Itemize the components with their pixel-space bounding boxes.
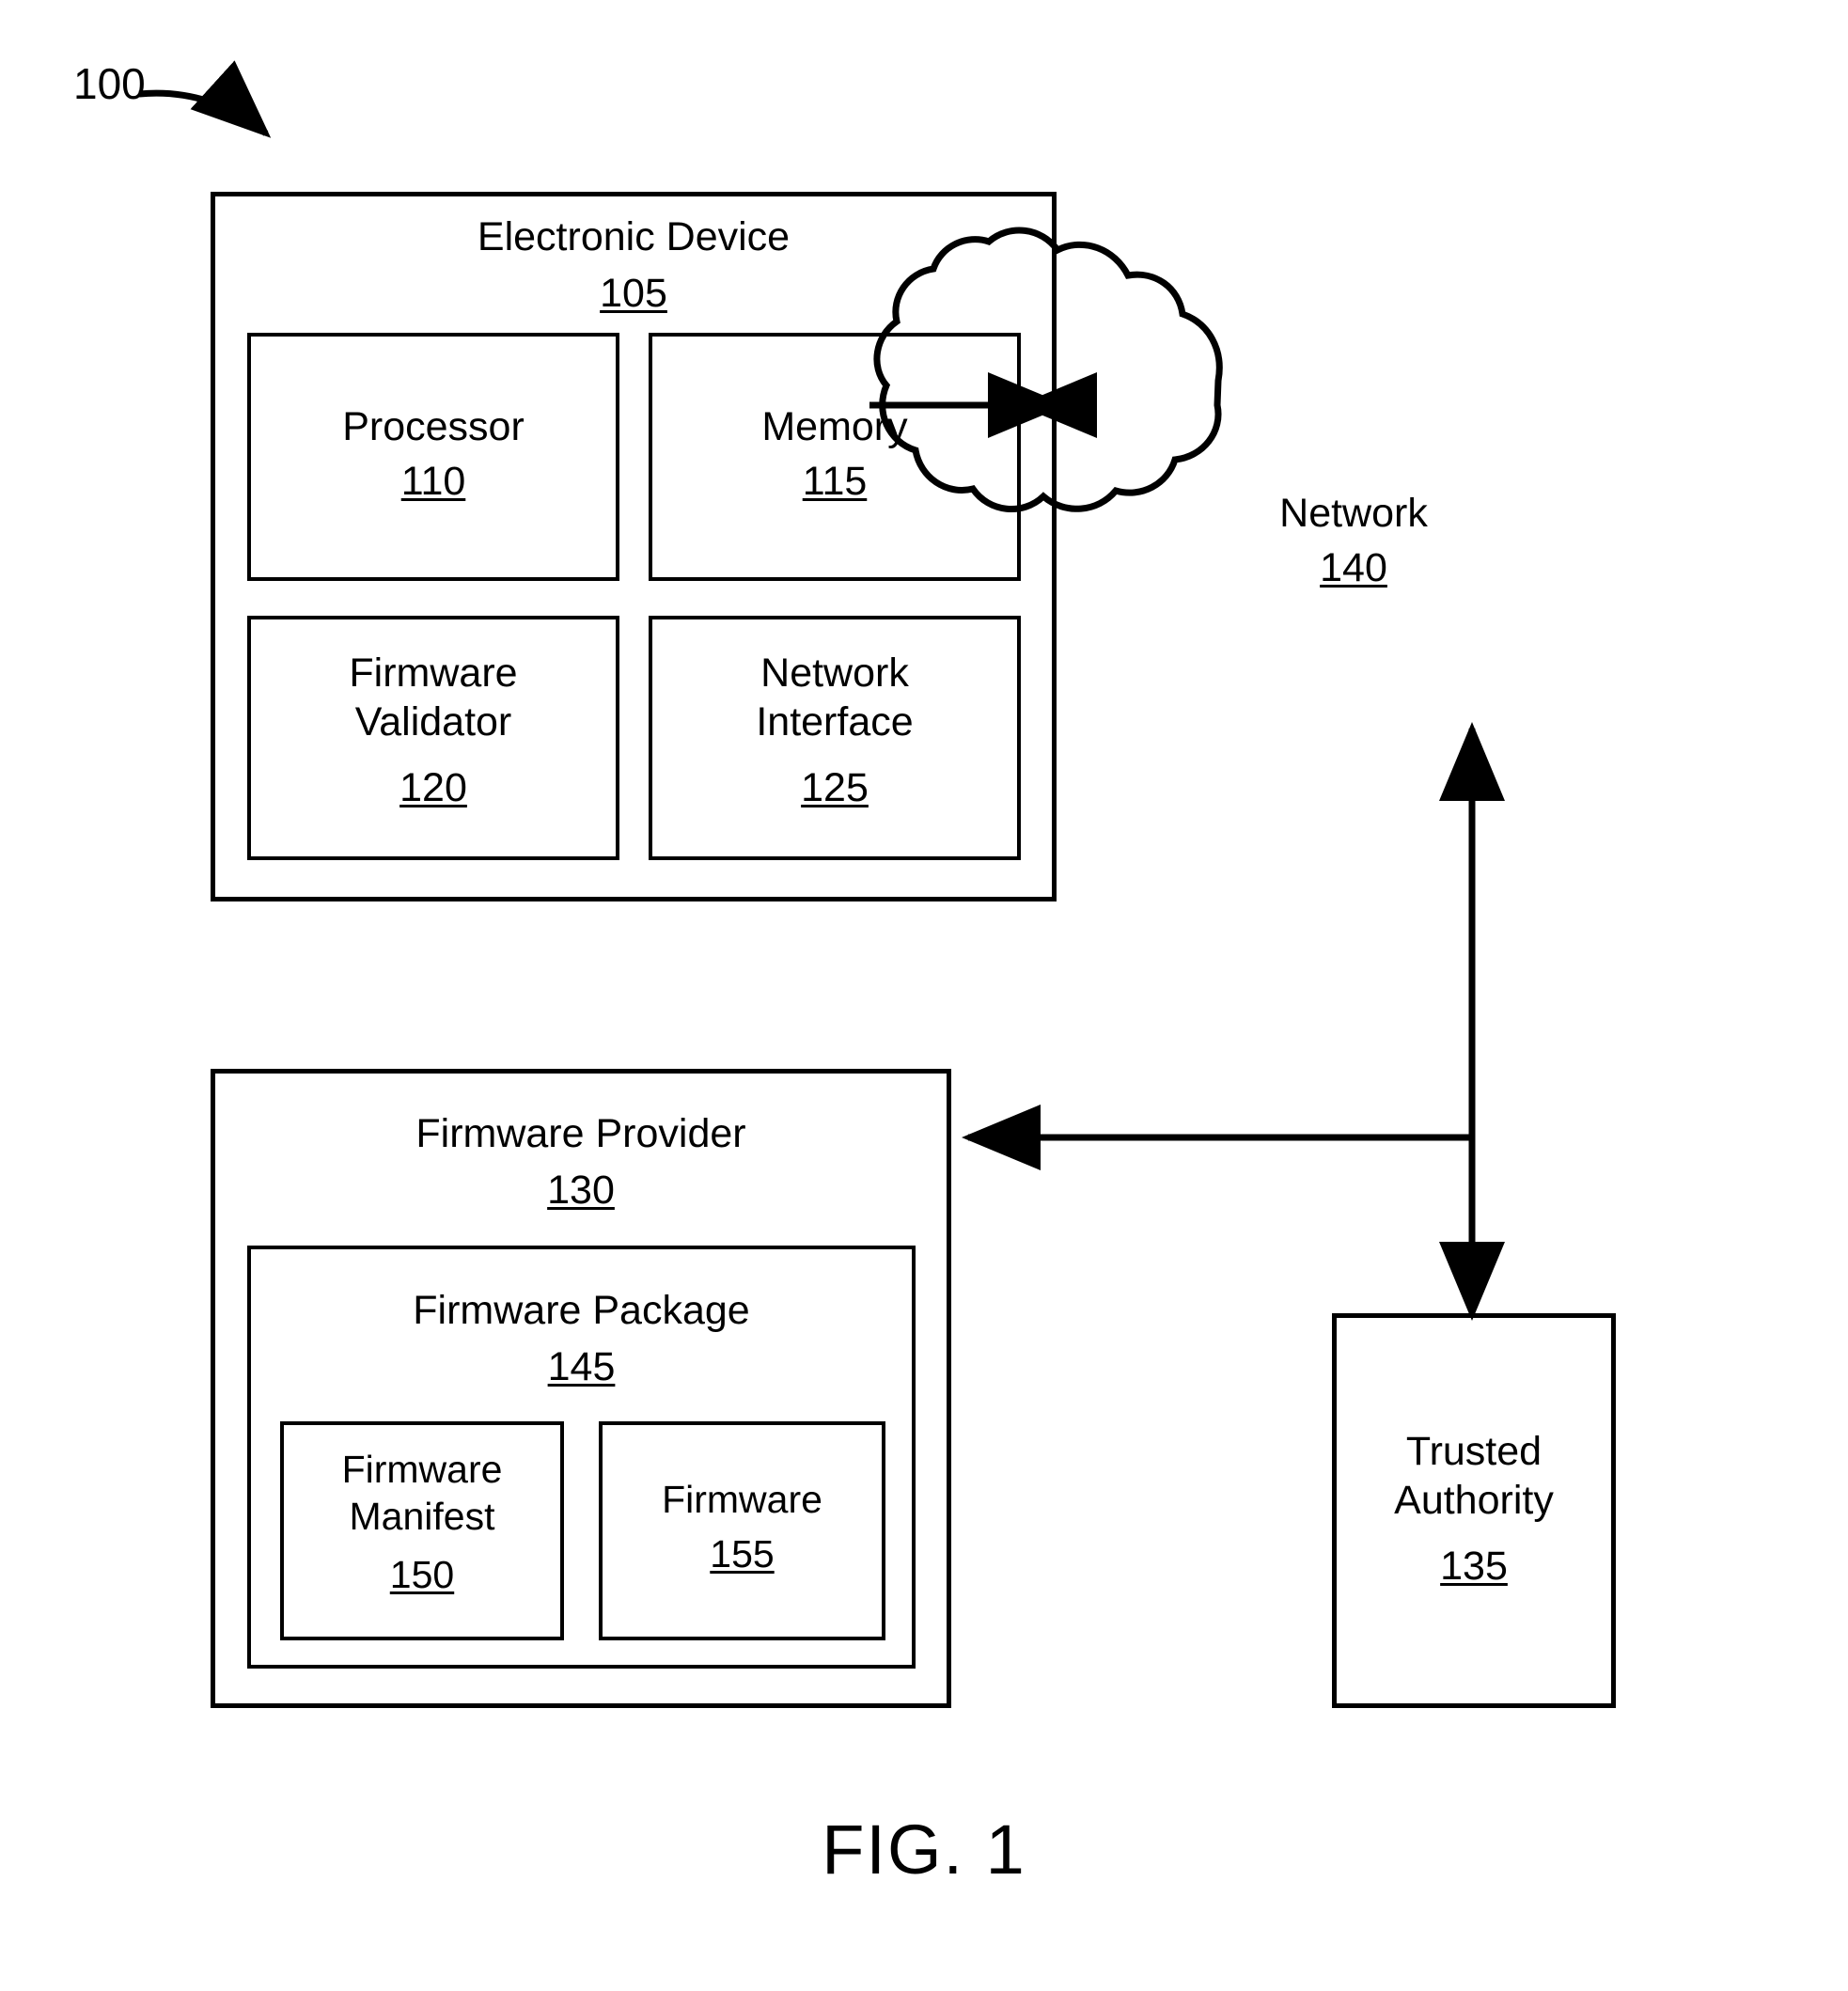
firmware-ref: 155 — [710, 1532, 775, 1576]
figure-caption: FIG. 1 — [822, 1811, 1026, 1889]
network-label: Network — [1279, 491, 1428, 536]
firmware-validator-ref: 120 — [399, 765, 467, 810]
electronic-device-title: Electronic Device — [477, 214, 791, 259]
firmware-package-ref: 145 — [547, 1344, 616, 1389]
firmware-provider-ref: 130 — [547, 1168, 615, 1213]
firmware-package-label: Firmware Package — [413, 1288, 750, 1333]
lead-line-100-icon — [138, 60, 272, 138]
processor-label: Processor — [342, 404, 525, 449]
patent-figure-1: 100 Electronic Device 105 Processor 110 … — [0, 0, 1848, 1991]
memory-label: Memory — [761, 404, 908, 449]
firmware-manifest-label: Firmware Manifest — [341, 1448, 503, 1539]
firmware-label: Firmware — [662, 1478, 822, 1521]
memory-ref: 115 — [802, 459, 868, 504]
network-ref: 140 — [1320, 545, 1387, 590]
processor-ref: 110 — [400, 459, 466, 504]
firmware-manifest-ref: 150 — [389, 1553, 455, 1596]
network-interface-label: Network Interface — [756, 651, 914, 745]
system-reference-numeral: 100 — [73, 59, 146, 108]
firmware-validator-label: Firmware Validator — [349, 651, 518, 745]
trusted-authority-ref: 135 — [1440, 1544, 1508, 1589]
network-interface-ref: 125 — [801, 765, 869, 810]
electronic-device-ref: 105 — [600, 271, 667, 316]
trusted-authority-label: Trusted Authority — [1394, 1429, 1554, 1524]
firmware-provider-title: Firmware Provider — [415, 1111, 746, 1156]
